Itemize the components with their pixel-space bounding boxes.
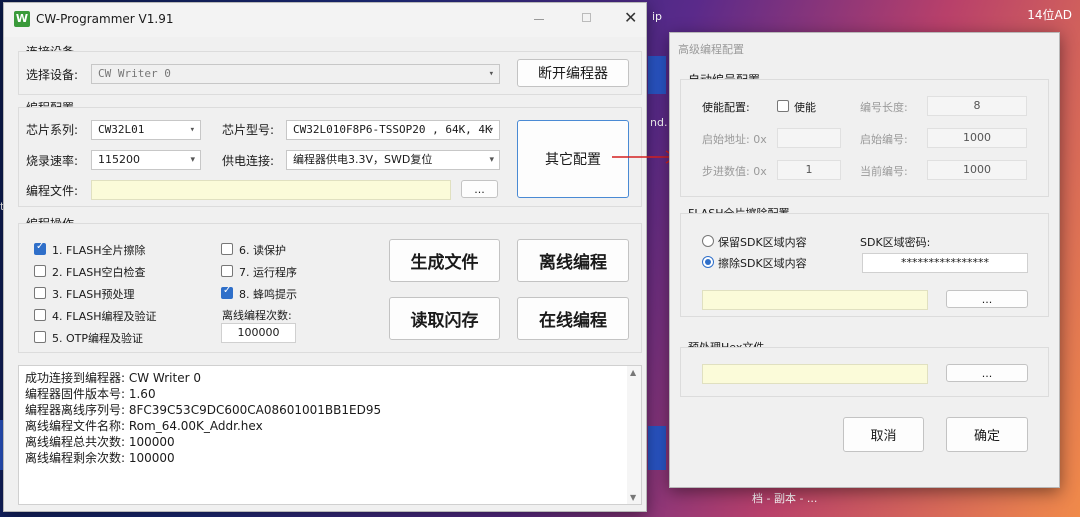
log-line: 成功连接到编程器: CW Writer 0 (25, 371, 201, 385)
desktop-label-nd: nd. (650, 116, 668, 129)
log-line: 离线编程总共次数: 100000 (25, 435, 175, 449)
scroll-down-icon[interactable]: ▼ (630, 493, 636, 502)
prehex-file-field[interactable] (702, 364, 928, 384)
option-label: 6. 读保护 (239, 244, 286, 257)
option-label: 1. FLASH全片擦除 (52, 244, 146, 257)
main-window-title: CW-Programmer V1.91 (36, 12, 174, 26)
step-input[interactable]: 1 (777, 160, 841, 180)
current-input[interactable]: 1000 (927, 160, 1027, 180)
option-checkbox[interactable] (34, 309, 46, 321)
option-checkbox[interactable] (34, 265, 46, 277)
option-label: 4. FLASH编程及验证 (52, 310, 157, 323)
ok-button[interactable]: 确定 (946, 417, 1028, 452)
main-window: W CW-Programmer V1.91 ✕ 连接设备 选择设备: CW Wr… (3, 2, 647, 512)
option-checkbox[interactable] (221, 265, 233, 277)
select-device-label: 选择设备: (26, 68, 79, 82)
option-checkbox[interactable] (221, 285, 233, 299)
log-line: 离线编程剩余次数: 100000 (25, 451, 175, 465)
erase-sdk-label: 擦除SDK区域内容 (718, 257, 807, 270)
option-label: 3. FLASH预处理 (52, 288, 135, 301)
read-flash-button[interactable]: 读取闪存 (389, 297, 500, 340)
desktop-label-top-right: 14位AD (1027, 8, 1072, 22)
log-line: 离线编程文件名称: Rom_64.00K_Addr.hex (25, 419, 263, 433)
power-label: 供电连接: (222, 154, 275, 168)
length-label: 编号长度: (860, 101, 908, 114)
enable-checkbox-label: 使能 (794, 101, 816, 114)
maximize-icon[interactable] (582, 13, 591, 22)
baud-value: 115200 (98, 153, 140, 166)
desktop-icon[interactable] (648, 426, 666, 470)
option-checkbox[interactable] (34, 287, 46, 299)
desktop-label-ip: ip (652, 10, 663, 23)
cancel-button[interactable]: 取消 (843, 417, 924, 452)
offline-count-label: 离线编程次数: (222, 309, 292, 322)
baud-select[interactable]: 115200 ▾ (91, 150, 201, 170)
chip-series-value: CW32L01 (98, 123, 145, 136)
step-label: 步进数值: 0x (702, 165, 767, 178)
file-path-field[interactable] (91, 180, 451, 200)
device-select-value: CW Writer 0 (98, 67, 171, 80)
power-select[interactable]: 编程器供电3.3V，SWD复位 ▾ (286, 150, 500, 170)
chevron-down-icon: ▾ (489, 155, 494, 165)
log-scrollbar[interactable]: ▲ ▼ (627, 366, 641, 504)
advanced-config-window: 高级编程配置 自动编号配置 使能配置: 使能 编号长度: 8 启始地址: 0x … (669, 32, 1060, 488)
main-titlebar[interactable]: W CW-Programmer V1.91 ✕ (4, 3, 646, 37)
option-label: 5. OTP编程及验证 (52, 332, 144, 345)
baud-label: 烧录速率: (26, 154, 79, 168)
option-label: 8. 蜂鸣提示 (239, 288, 297, 301)
desktop-file-label[interactable]: 档 - 副本 - ... (752, 490, 817, 506)
power-value: 编程器供电3.3V，SWD复位 (293, 153, 433, 166)
minimize-icon[interactable] (534, 19, 544, 20)
option-checkbox[interactable] (34, 241, 46, 255)
start-addr-label: 启始地址: 0x (702, 133, 767, 146)
generate-file-button[interactable]: 生成文件 (389, 239, 500, 282)
length-input[interactable]: 8 (927, 96, 1027, 116)
online-program-button[interactable]: 在线编程 (517, 297, 629, 340)
erase-file-field[interactable] (702, 290, 928, 310)
offline-count-input[interactable]: 100000 (221, 323, 296, 343)
log-line: 编程器离线序列号: 8FC39C53C9DC600CA08601001BB1ED… (25, 403, 382, 417)
file-label: 编程文件: (26, 184, 79, 198)
browse-button[interactable]: ... (461, 180, 498, 198)
enable-checkbox[interactable] (777, 100, 789, 112)
erase-browse-button[interactable]: ... (946, 290, 1028, 308)
adv-window-title: 高级编程配置 (678, 43, 744, 56)
chevron-down-icon: ▾ (488, 69, 494, 79)
chevron-down-icon: ▾ (488, 125, 494, 135)
close-icon[interactable]: ✕ (624, 8, 637, 27)
erase-sdk-radio[interactable] (702, 256, 714, 268)
offline-program-button[interactable]: 离线编程 (517, 239, 629, 282)
enable-label: 使能配置: (702, 101, 750, 114)
start-num-label: 启始编号: (860, 133, 908, 146)
start-num-input[interactable]: 1000 (927, 128, 1027, 148)
device-select[interactable]: CW Writer 0 ▾ (91, 64, 500, 84)
log-lines: 成功连接到编程器: CW Writer 0 编程器固件版本号: 1.60 编程器… (25, 370, 381, 466)
keep-sdk-radio[interactable] (702, 235, 714, 247)
current-label: 当前编号: (860, 165, 908, 178)
log-line: 编程器固件版本号: 1.60 (25, 387, 156, 401)
chip-series-select[interactable]: CW32L01 ▾ (91, 120, 201, 140)
chip-model-value: CW32L010F8P6-TSSOP20 , 64K, 4K (293, 123, 492, 136)
scroll-up-icon[interactable]: ▲ (630, 368, 636, 377)
option-label: 2. FLASH空白检查 (52, 266, 146, 279)
option-checkbox[interactable] (221, 243, 233, 255)
option-label: 7. 运行程序 (239, 266, 297, 279)
log-output[interactable]: 成功连接到编程器: CW Writer 0 编程器固件版本号: 1.60 编程器… (18, 365, 642, 505)
disconnect-button[interactable]: 断开编程器 (517, 59, 629, 87)
sdk-pwd-input[interactable]: **************** (862, 253, 1028, 273)
chip-series-label: 芯片系列: (26, 123, 79, 137)
chevron-down-icon: ▾ (190, 155, 195, 165)
chevron-down-icon: ▾ (189, 125, 195, 135)
option-checkbox[interactable] (34, 331, 46, 343)
chip-model-label: 芯片型号: (222, 123, 275, 137)
sdk-pwd-label: SDK区域密码: (860, 236, 931, 249)
chip-model-select[interactable]: CW32L010F8P6-TSSOP20 , 64K, 4K ▾ (286, 120, 500, 140)
app-icon: W (14, 11, 30, 27)
prehex-browse-button[interactable]: ... (946, 364, 1028, 382)
desktop-icon[interactable] (648, 56, 666, 94)
keep-sdk-label: 保留SDK区域内容 (718, 236, 807, 249)
start-addr-input[interactable] (777, 128, 841, 148)
